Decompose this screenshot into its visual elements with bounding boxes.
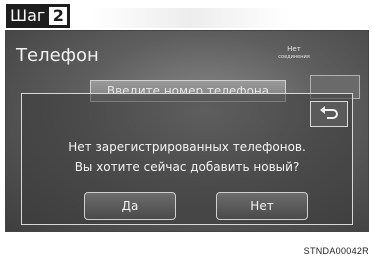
dialog-back-button[interactable] bbox=[310, 101, 348, 127]
screen-title: Телефон bbox=[16, 45, 99, 66]
step-number: 2 bbox=[49, 7, 68, 25]
step-indicator: Шаг 2 bbox=[6, 4, 71, 28]
back-arrow-icon bbox=[320, 106, 338, 119]
no-phones-dialog: Нет зарегистрированных телефонов. Вы хот… bbox=[21, 93, 353, 225]
step-label: Шаг bbox=[10, 6, 46, 25]
phone-number-placeholder: Введите номер телефона bbox=[106, 84, 270, 93]
dialog-message-line-1: Нет зарегистрированных телефонов. bbox=[68, 140, 306, 154]
yes-button[interactable]: Да bbox=[84, 192, 176, 220]
figure-code: STNDA00042R bbox=[303, 246, 369, 256]
dialog-message: Нет зарегистрированных телефонов. Вы хот… bbox=[22, 137, 352, 177]
display-screen: Телефон Нет соединения Введите номер тел… bbox=[5, 30, 369, 232]
no-button[interactable]: Нет bbox=[216, 192, 308, 220]
dialog-message-line-2: Вы хотите сейчас добавить новый? bbox=[74, 160, 300, 174]
connection-status: Нет соединения bbox=[274, 45, 314, 61]
faded-background-strip bbox=[90, 8, 290, 28]
status-line-2: соединения bbox=[278, 54, 310, 60]
status-line-1: Нет bbox=[287, 45, 301, 53]
